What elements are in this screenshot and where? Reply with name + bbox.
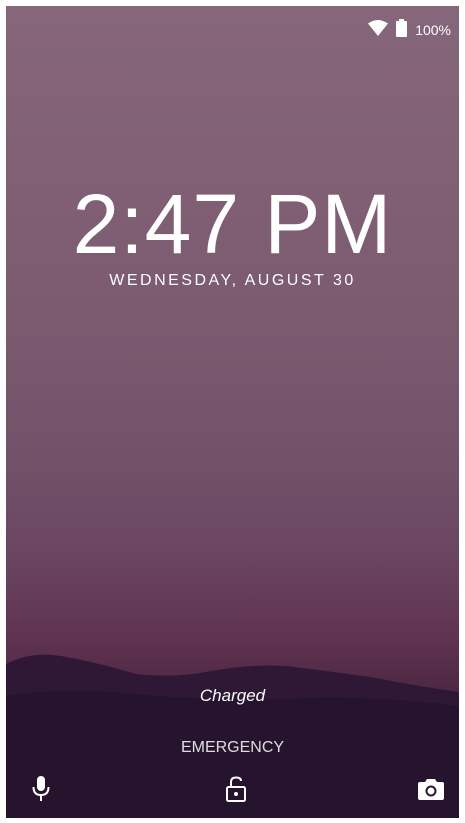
wifi-icon [368,19,389,41]
unlock-icon[interactable] [221,774,251,804]
date-label: WEDNESDAY, AUGUST 30 [109,272,356,289]
microphone-icon[interactable] [26,774,56,804]
lock-screen: 100% 2:47 PM WEDNESDAY, AUGUST 30 Charge… [6,6,459,818]
battery-percentage: 100% [415,22,451,38]
clock-time: 2:47 PM [72,177,393,271]
emergency-button[interactable]: EMERGENCY [6,739,459,757]
status-bar: 100% [368,18,451,42]
camera-icon[interactable] [416,774,446,804]
battery-icon [396,18,408,42]
charging-status: Charged [199,686,266,705]
